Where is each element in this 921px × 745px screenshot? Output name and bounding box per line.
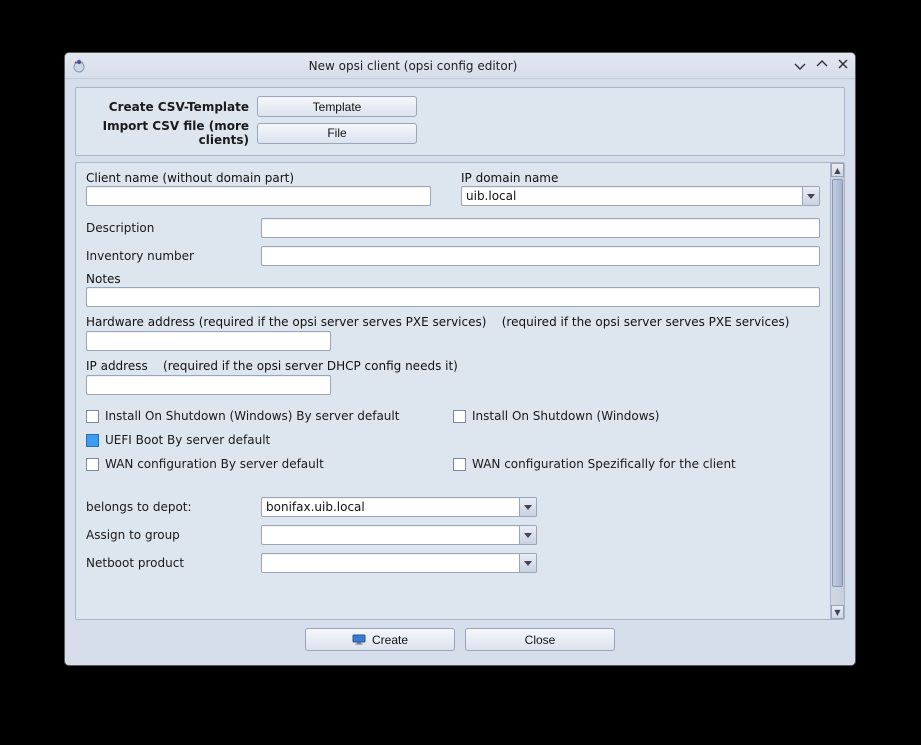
chevron-down-icon <box>519 554 536 572</box>
vertical-scrollbar[interactable]: ▲ ▼ <box>830 163 844 619</box>
wan-default-label: WAN configuration By server default <box>105 457 324 471</box>
group-combobox[interactable] <box>261 525 537 545</box>
depot-label: belongs to depot: <box>86 500 261 514</box>
monitor-icon <box>352 634 366 645</box>
minimize-icon[interactable] <box>793 57 807 75</box>
wan-client-checkbox[interactable] <box>453 458 466 471</box>
wan-default-checkbox[interactable] <box>86 458 99 471</box>
ios-label: Install On Shutdown (Windows) <box>472 409 659 423</box>
hw-addr-label: Hardware address (required if the opsi s… <box>86 315 486 329</box>
create-button-label: Create <box>372 633 408 647</box>
file-button[interactable]: File <box>257 123 417 144</box>
chevron-down-icon <box>519 498 536 516</box>
close-icon[interactable] <box>837 58 849 74</box>
titlebar: New opsi client (opsi config editor) <box>65 53 855 79</box>
wan-client-label: WAN configuration Spezifically for the c… <box>472 457 736 471</box>
ip-addr-input[interactable] <box>86 375 331 395</box>
netboot-combobox[interactable] <box>261 553 537 573</box>
notes-label: Notes <box>86 272 820 286</box>
window-title: New opsi client (opsi config editor) <box>64 59 793 73</box>
close-button-label: Close <box>525 633 556 647</box>
uefi-default-checkbox[interactable] <box>86 434 99 447</box>
app-icon <box>71 58 87 74</box>
ip-domain-value: uib.local <box>466 189 516 203</box>
depot-combobox[interactable]: bonifax.uib.local <box>261 497 537 517</box>
csv-template-label: Create CSV-Template <box>82 100 257 114</box>
dialog-window: New opsi client (opsi config editor) Cre… <box>64 52 856 666</box>
hw-addr-input[interactable] <box>86 331 331 351</box>
scroll-down-arrow[interactable]: ▼ <box>831 605 844 619</box>
ios-default-checkbox[interactable] <box>86 410 99 423</box>
form-panel: Client name (without domain part) IP dom… <box>75 162 845 620</box>
ios-checkbox[interactable] <box>453 410 466 423</box>
maximize-icon[interactable] <box>815 57 829 75</box>
description-label: Description <box>86 221 261 235</box>
form-scroll-content: Client name (without domain part) IP dom… <box>76 163 830 619</box>
client-area: Create CSV-Template Template Import CSV … <box>65 79 855 665</box>
netboot-label: Netboot product <box>86 556 261 570</box>
client-name-label: Client name (without domain part) <box>86 171 431 185</box>
csv-panel: Create CSV-Template Template Import CSV … <box>75 87 845 156</box>
close-button[interactable]: Close <box>465 628 615 651</box>
inventory-label: Inventory number <box>86 249 261 263</box>
description-input[interactable] <box>261 218 820 238</box>
group-label: Assign to group <box>86 528 261 542</box>
depot-value: bonifax.uib.local <box>266 500 365 514</box>
inventory-input[interactable] <box>261 246 820 266</box>
chevron-down-icon <box>519 526 536 544</box>
client-name-input[interactable] <box>86 186 431 206</box>
ip-addr-label: IP address <box>86 359 148 373</box>
import-csv-label: Import CSV file (more clients) <box>82 119 257 147</box>
notes-input[interactable] <box>86 287 820 307</box>
ip-domain-label: IP domain name <box>461 171 820 185</box>
template-button[interactable]: Template <box>257 96 417 117</box>
scroll-up-arrow[interactable]: ▲ <box>831 163 844 177</box>
window-controls <box>793 57 849 75</box>
uefi-default-label: UEFI Boot By server default <box>105 433 270 447</box>
ip-domain-combobox[interactable]: uib.local <box>461 186 820 206</box>
ip-addr-hint: (required if the opsi server DHCP config… <box>163 359 458 373</box>
create-button[interactable]: Create <box>305 628 455 651</box>
ios-default-label: Install On Shutdown (Windows) By server … <box>105 409 399 423</box>
dialog-footer: Create Close <box>75 620 845 657</box>
hw-addr-hint: (required if the opsi server serves PXE … <box>502 315 790 329</box>
chevron-down-icon <box>802 187 819 205</box>
scroll-thumb[interactable] <box>832 179 843 587</box>
